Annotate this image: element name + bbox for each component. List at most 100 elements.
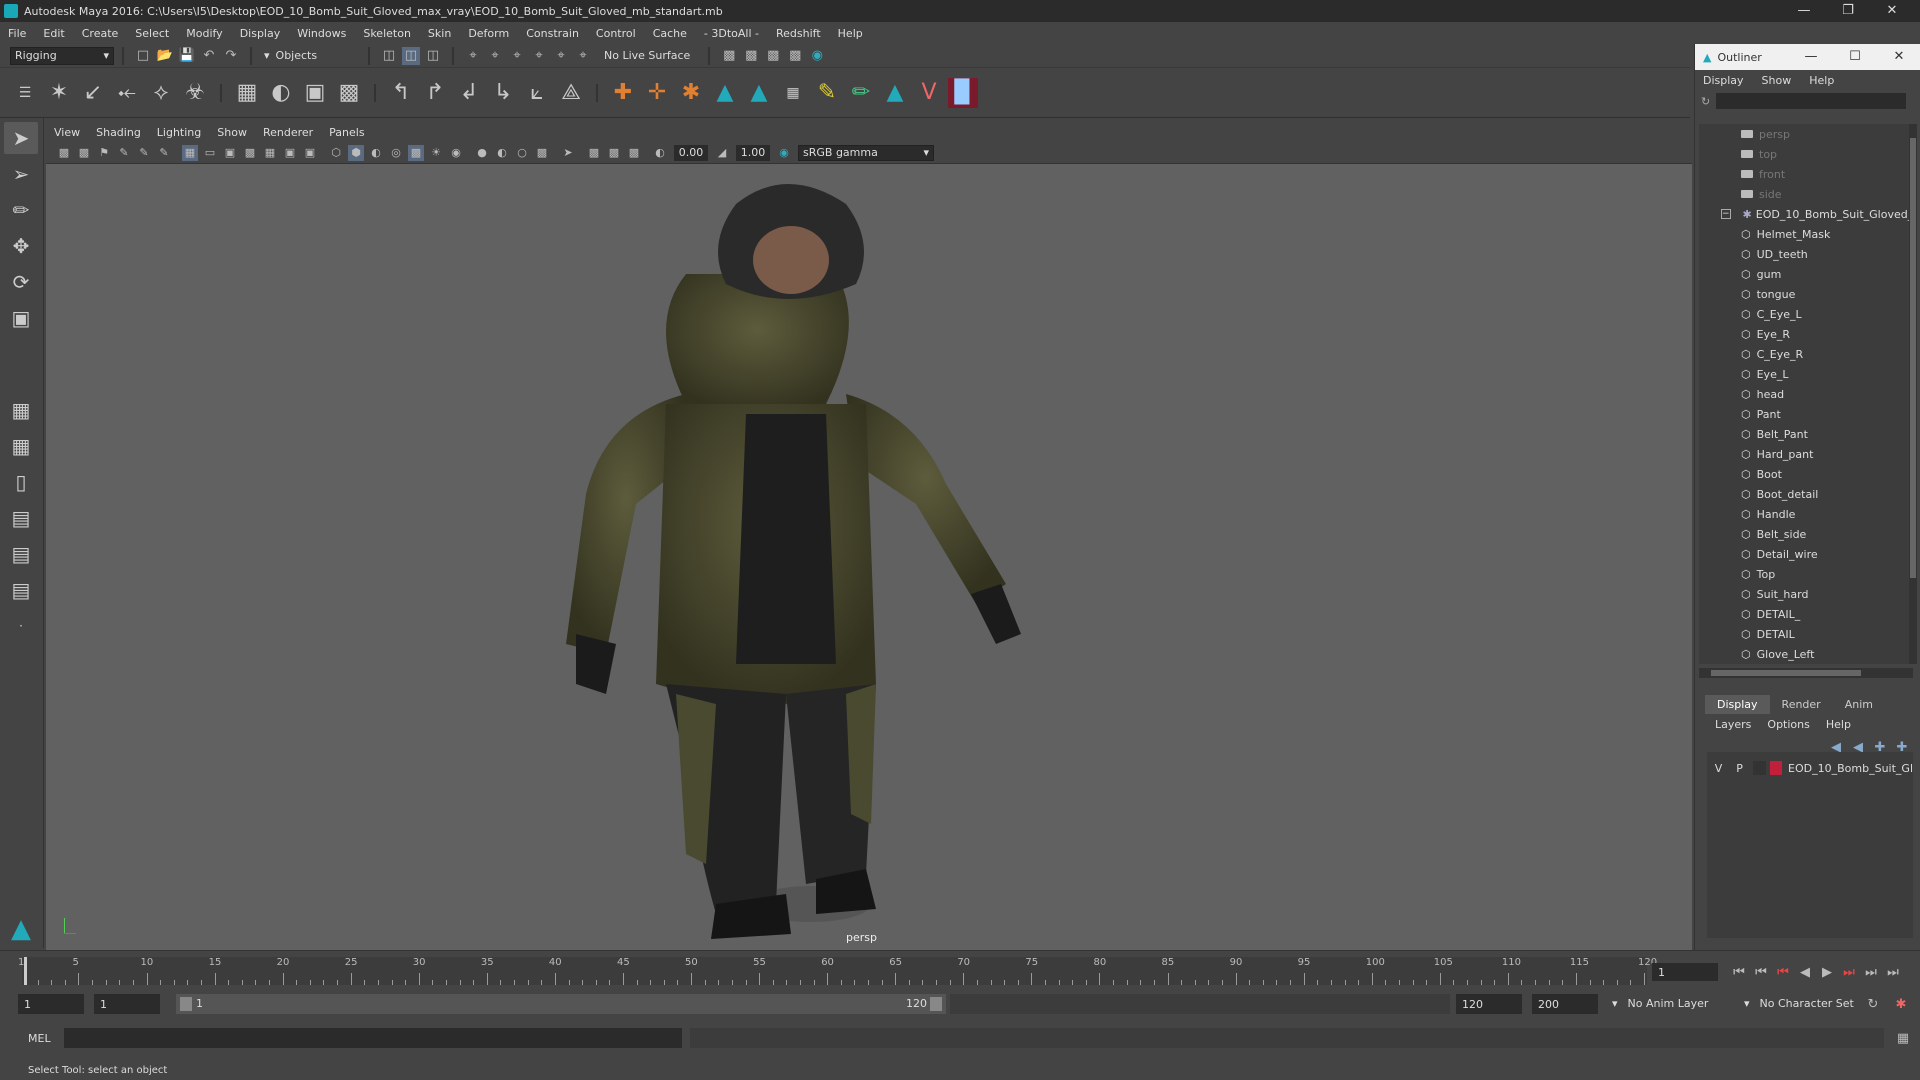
outliner-menu-show[interactable]: Show xyxy=(1762,74,1792,87)
gamma-field[interactable]: 1.00 xyxy=(736,144,770,161)
command-language-label[interactable]: MEL xyxy=(28,1032,58,1045)
gamma-icon[interactable]: ◢ xyxy=(714,145,730,161)
insert-joint-icon[interactable]: ↙ xyxy=(78,78,108,108)
snap-surface-icon[interactable]: ⌖ xyxy=(552,47,570,65)
play-forward-icon[interactable]: ▶ xyxy=(1818,963,1836,981)
outliner-menu-display[interactable]: Display xyxy=(1703,74,1744,87)
paint-tool-icon[interactable]: ✏ xyxy=(846,78,876,108)
layer-list[interactable]: V P EOD_10_Bomb_Suit_Gl xyxy=(1707,752,1913,938)
more-layouts-icon[interactable]: · xyxy=(4,610,38,642)
maximize-icon[interactable]: ☐ xyxy=(1833,44,1877,70)
panel-menu-lighting[interactable]: Lighting xyxy=(157,126,201,139)
film-gate-icon[interactable]: ▭ xyxy=(202,145,218,161)
tab-anim[interactable]: Anim xyxy=(1833,695,1885,714)
anti-aliasing-icon[interactable]: ○ xyxy=(514,145,530,161)
hypershade-layout-icon[interactable]: ▤ xyxy=(4,538,38,570)
hypershade-icon[interactable]: ◉ xyxy=(808,47,826,65)
snap-point-icon[interactable]: ⌖ xyxy=(508,47,526,65)
outliner-item-top[interactable]: top xyxy=(1699,144,1909,164)
script-editor-icon[interactable]: ▦ xyxy=(1894,1029,1912,1047)
outliner-item-side[interactable]: side xyxy=(1699,184,1909,204)
range-slider[interactable]: 1 120 xyxy=(176,994,946,1014)
orient-constraint-icon[interactable]: ↲ xyxy=(454,78,484,108)
cluster-icon[interactable]: ▩ xyxy=(334,78,364,108)
single-perspective-icon[interactable]: ▦ xyxy=(4,394,38,426)
restore-icon[interactable]: ❐ xyxy=(1826,0,1870,22)
go-to-end-icon[interactable]: ⏭ xyxy=(1884,963,1902,981)
outliner-item-persp[interactable]: persp xyxy=(1699,124,1909,144)
lasso-tool-icon[interactable]: ➢ xyxy=(4,158,38,190)
xray-icon[interactable]: ▩ xyxy=(586,145,602,161)
image-plane-icon[interactable]: ✎ xyxy=(116,145,132,161)
render-view-icon[interactable]: ▩ xyxy=(720,47,738,65)
layer-menu-help[interactable]: Help xyxy=(1826,718,1851,731)
outliner-item[interactable]: ⬡ Detail_wire xyxy=(1699,544,1909,564)
maya-script-icon[interactable]: ▲ xyxy=(710,78,740,108)
outliner-item[interactable]: ⬡ DETAIL xyxy=(1699,624,1909,644)
screen-ao-icon[interactable]: ● xyxy=(474,145,490,161)
snap-view-icon[interactable]: ⌖ xyxy=(530,47,548,65)
collapse-icon[interactable]: − xyxy=(1721,209,1731,219)
selection-mode-dropdown[interactable]: ▾ Objects xyxy=(260,46,360,65)
select-tool-icon[interactable]: ➤ xyxy=(4,122,38,154)
camera-select-icon[interactable]: ▩ xyxy=(56,145,72,161)
maya-script-2-icon[interactable]: ▲ xyxy=(744,78,774,108)
bind-skin-icon[interactable]: ▦ xyxy=(232,78,262,108)
outliner-item[interactable]: ⬡ Pant xyxy=(1699,404,1909,424)
minimize-icon[interactable]: — xyxy=(1782,0,1826,22)
playback-start-field[interactable]: 1 xyxy=(94,994,160,1014)
menu-display[interactable]: Display xyxy=(240,27,281,40)
four-view-icon[interactable]: ▦ xyxy=(4,430,38,462)
character-set-dropdown[interactable]: ▾ No Character Set xyxy=(1740,994,1866,1012)
panel-menu-renderer[interactable]: Renderer xyxy=(263,126,313,139)
layer-name[interactable]: EOD_10_Bomb_Suit_Gl xyxy=(1788,762,1913,775)
persp-graph-icon[interactable]: ▤ xyxy=(4,502,38,534)
small-grid-icon[interactable]: ▦ xyxy=(778,78,808,108)
paint-select-icon[interactable]: ✏ xyxy=(4,194,38,226)
rotate-tool-icon[interactable]: ⟳ xyxy=(4,266,38,298)
close-icon[interactable]: ✕ xyxy=(1870,0,1914,22)
layer-display-type[interactable] xyxy=(1753,761,1767,775)
mirror-joint-icon[interactable]: ⤝ xyxy=(112,78,142,108)
move-tool-icon[interactable]: ✥ xyxy=(4,230,38,262)
vray-icon[interactable]: V xyxy=(914,78,944,108)
safe-action-icon[interactable]: ▣ xyxy=(282,145,298,161)
step-forward-key-icon[interactable]: ⏭ xyxy=(1840,963,1858,981)
layer-color-swatch[interactable] xyxy=(1770,761,1783,775)
locator-icon[interactable]: ✚ xyxy=(608,78,638,108)
depth-of-field-icon[interactable]: ▩ xyxy=(534,145,550,161)
panel-menu-shading[interactable]: Shading xyxy=(96,126,141,139)
ipr-render-icon[interactable]: ▩ xyxy=(764,47,782,65)
smooth-shade-icon[interactable]: ⬢ xyxy=(348,144,364,161)
outliner-item[interactable]: ⬡ Glove_Left xyxy=(1699,644,1909,664)
outliner-item[interactable]: ⬡ Handle xyxy=(1699,504,1909,524)
snap-grid-icon[interactable]: ⌖ xyxy=(464,47,482,65)
layer-visibility-toggle[interactable]: V xyxy=(1711,762,1726,775)
open-scene-icon[interactable]: 📂 xyxy=(156,47,174,65)
layer-menu-layers[interactable]: Layers xyxy=(1715,718,1751,731)
perspective-viewport[interactable]: persp xyxy=(46,164,1692,950)
lights-icon[interactable]: ☀ xyxy=(428,145,444,161)
menu-3dtoall[interactable]: - 3DtoAll - xyxy=(704,27,759,40)
panel-menu-show[interactable]: Show xyxy=(217,126,247,139)
auto-key-icon[interactable]: ↻ xyxy=(1864,995,1882,1013)
2d-pan-icon[interactable]: ✎ xyxy=(136,145,152,161)
go-to-start-icon[interactable]: ⏮ xyxy=(1730,963,1748,981)
outliner-item[interactable]: ⬡ Suit_hard xyxy=(1699,584,1909,604)
shadows-icon[interactable]: ◉ xyxy=(448,145,464,161)
menu-deform[interactable]: Deform xyxy=(468,27,509,40)
outliner-item-front[interactable]: front xyxy=(1699,164,1909,184)
outliner-item[interactable]: ⬡ Helmet_Mask xyxy=(1699,224,1909,244)
snap-curve-icon[interactable]: ⌖ xyxy=(486,47,504,65)
wireframe-on-shaded-icon[interactable]: ◎ xyxy=(388,145,404,161)
outliner-item[interactable]: ⬡ gum xyxy=(1699,264,1909,284)
outliner-item[interactable]: ⬡ Eye_R xyxy=(1699,324,1909,344)
parent-constraint-icon[interactable]: ↰ xyxy=(386,78,416,108)
menu-cache[interactable]: Cache xyxy=(653,27,687,40)
view-transform-dropdown[interactable]: sRGB gamma ▾ xyxy=(798,144,934,161)
paint-weights-icon[interactable]: ◐ xyxy=(266,78,296,108)
menu-skin[interactable]: Skin xyxy=(428,27,451,40)
scale-constraint-icon[interactable]: ↳ xyxy=(488,78,518,108)
persp-graph-outliner-icon[interactable]: ▤ xyxy=(4,574,38,606)
outliner-item[interactable]: ⬡ DETAIL_ xyxy=(1699,604,1909,624)
